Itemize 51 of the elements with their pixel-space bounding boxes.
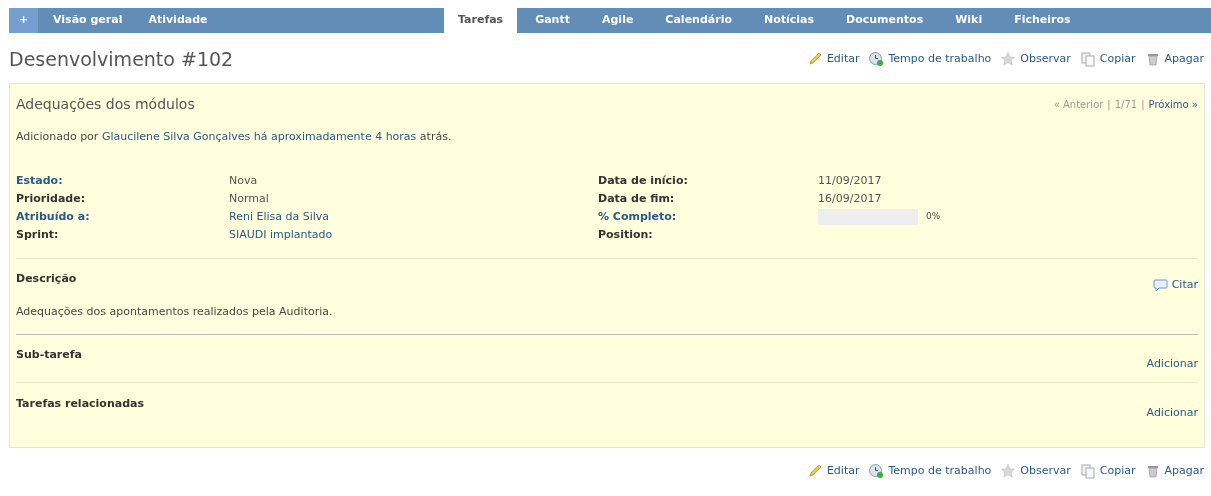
quote-link[interactable]: Citar xyxy=(1152,277,1198,294)
tab[interactable]: Tarefas xyxy=(444,8,518,33)
action-link[interactable]: Apagar xyxy=(1144,51,1204,68)
attribute-value[interactable]: Reni Elisa da Silva xyxy=(229,208,330,226)
next-link[interactable]: Próximo » xyxy=(1148,96,1198,112)
clock-icon xyxy=(868,51,885,68)
progress-value: 0% xyxy=(926,210,941,224)
add-link[interactable]: Adicionar xyxy=(1146,404,1198,422)
action-link[interactable]: Copiar xyxy=(1079,51,1136,68)
copy-icon xyxy=(1079,51,1096,68)
attribute-value[interactable]: SIAUDI implantado xyxy=(229,226,333,244)
attribute-value: 16/09/2017 xyxy=(818,190,882,207)
description-text: Adequações dos apontamentos realizados pela Auditoria. xyxy=(16,303,334,320)
attribute-label[interactable]: % Completo: xyxy=(598,208,818,226)
attribute-label[interactable]: Estado: xyxy=(16,172,229,190)
action-link[interactable]: Tempo de trabalho xyxy=(868,463,992,480)
pencil-icon xyxy=(806,463,823,480)
add-link[interactable]: Adicionar xyxy=(1146,356,1198,373)
action-link[interactable]: Copiar xyxy=(1079,463,1136,480)
attribute-value: Nova xyxy=(229,172,258,189)
attribute-label: Data de início: xyxy=(598,172,689,189)
separator: | xyxy=(1141,97,1145,112)
author-line: Adicionado por Glaucilene Silva Gonçalves há aproximadamente 4 horas atrás. xyxy=(16,128,453,145)
action-link[interactable]: Apagar xyxy=(1144,463,1204,480)
section-heading: Tarefas relacionadas xyxy=(16,395,144,412)
copy-icon xyxy=(1079,463,1096,480)
issue-position: 1/71 xyxy=(1114,97,1138,112)
action-link[interactable]: Editar xyxy=(806,51,860,68)
attribute-value: Normal xyxy=(229,190,269,207)
attribute-label[interactable]: Atribuído a: xyxy=(16,208,229,226)
author-link[interactable]: Glaucilene Silva Gonçalves xyxy=(101,129,251,143)
pencil-icon xyxy=(806,51,823,68)
action-link[interactable]: Editar xyxy=(806,463,860,480)
attribute-value: 11/09/2017 xyxy=(818,172,882,189)
section-heading: Descrição xyxy=(16,271,77,287)
action-link[interactable]: Tempo de trabalho xyxy=(868,51,992,68)
action-link[interactable]: Observar xyxy=(1000,463,1071,480)
star-icon xyxy=(1000,463,1017,480)
separator: | xyxy=(1107,97,1111,112)
age-link[interactable]: há aproximadamente 4 horas xyxy=(253,129,417,143)
speech-bubble-icon xyxy=(1152,278,1168,292)
attribute-label: Data de fim: xyxy=(598,190,676,207)
attribute-label: Sprint: xyxy=(16,226,60,243)
issue-subject: Adequações dos módulos xyxy=(16,94,195,114)
clock-icon xyxy=(868,463,885,480)
issue-title: Desenvolvimento #102 xyxy=(9,47,234,72)
section-heading: Sub-tarefa xyxy=(16,347,82,364)
attribute-label: Prioridade: xyxy=(16,190,87,207)
action-link[interactable]: Observar xyxy=(1000,51,1071,68)
star-icon xyxy=(1000,51,1017,68)
attribute-label: Position: xyxy=(598,226,654,243)
